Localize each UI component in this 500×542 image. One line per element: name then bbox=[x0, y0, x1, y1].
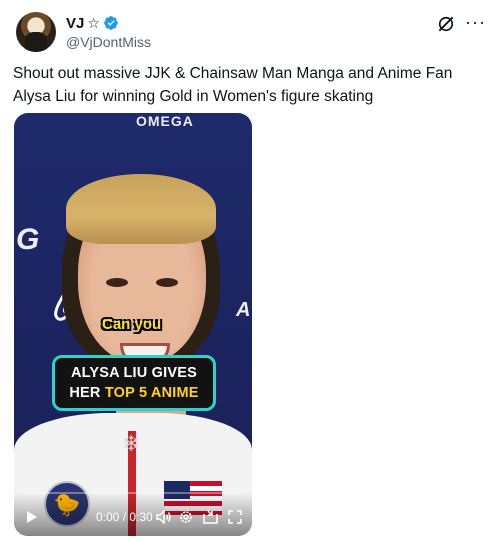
fullscreen-icon bbox=[228, 510, 242, 524]
caption-line-1: ALYSA LIU GIVES bbox=[70, 365, 197, 381]
verified-badge-icon bbox=[104, 16, 118, 30]
grok-icon[interactable] bbox=[436, 14, 456, 34]
volume-button[interactable] bbox=[156, 510, 172, 524]
volume-icon bbox=[156, 510, 171, 524]
background-brand-a: A bbox=[236, 299, 251, 321]
subtitle-caption: Can you bbox=[102, 316, 162, 333]
background-brand-g: G bbox=[16, 223, 40, 256]
video-controls: 0:00 / 0:30 bbox=[14, 492, 252, 536]
tweet-text: Shout out massive JJK & Chainsaw Man Man… bbox=[13, 65, 453, 105]
settings-button[interactable] bbox=[179, 510, 193, 524]
author-handle[interactable]: @VjDontMiss bbox=[66, 34, 151, 50]
video-player[interactable]: OMEGA G A ❄ Can you ALYSA LIU GIVES HER … bbox=[14, 113, 252, 536]
title-caption-box: ALYSA LIU GIVES HER TOP 5 ANIME bbox=[52, 355, 216, 411]
pip-button[interactable] bbox=[203, 510, 218, 524]
author-name-row: VJ ☆ bbox=[66, 14, 151, 32]
avatar[interactable] bbox=[16, 12, 56, 52]
author-display-name[interactable]: VJ bbox=[66, 15, 84, 32]
play-button[interactable] bbox=[26, 510, 38, 524]
snowflake-emblem-icon: ❄ bbox=[122, 431, 141, 456]
play-icon bbox=[27, 511, 37, 523]
author-names: VJ ☆ @VjDontMiss bbox=[66, 14, 151, 51]
caption-line-2-highlight: TOP 5 ANIME bbox=[104, 385, 199, 401]
pip-icon bbox=[203, 510, 218, 524]
progress-bar[interactable] bbox=[24, 492, 242, 494]
tweet-header: VJ ☆ @VjDontMiss ··· bbox=[16, 12, 486, 56]
time-display: 0:00 / 0:30 bbox=[96, 510, 153, 524]
caption-line-2-plain: HER bbox=[69, 385, 105, 401]
settings-icon bbox=[180, 511, 192, 523]
more-options-button[interactable]: ··· bbox=[465, 12, 486, 33]
star-badge: ☆ bbox=[87, 15, 100, 31]
caption-line-2: HER TOP 5 ANIME bbox=[55, 383, 213, 403]
fullscreen-button[interactable] bbox=[228, 510, 242, 524]
background-brand-omega: OMEGA bbox=[136, 113, 194, 129]
